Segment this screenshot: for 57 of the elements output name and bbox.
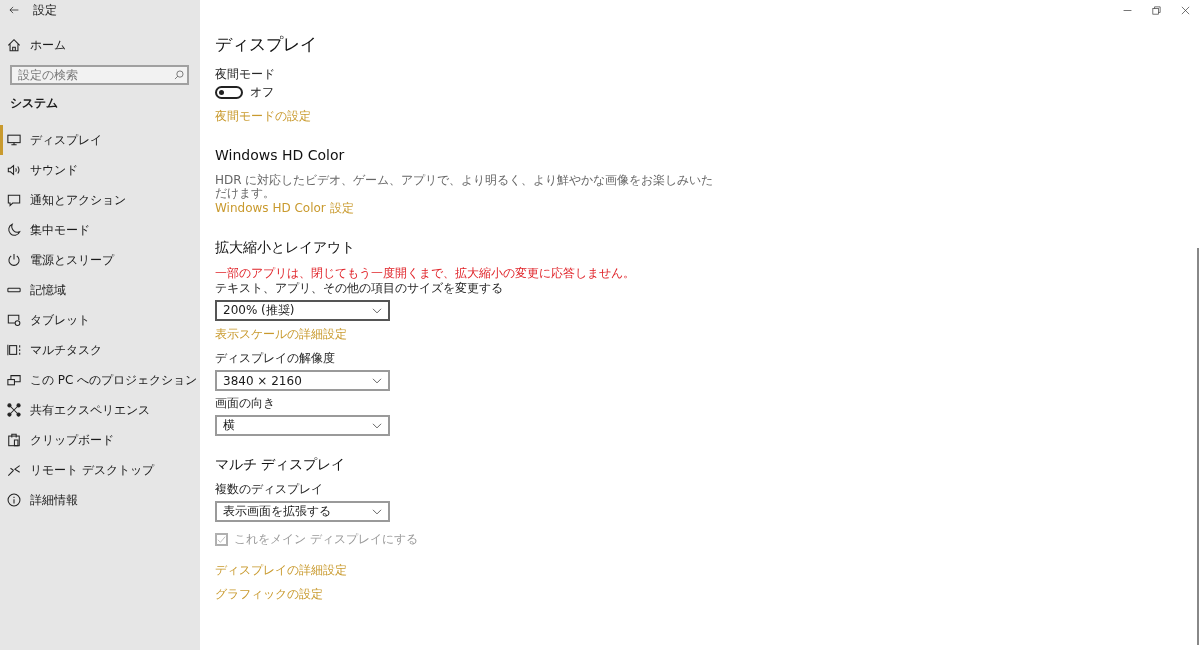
back-icon: [9, 5, 19, 15]
check-icon: [217, 535, 226, 544]
setting-label: ディスプレイの解像度: [215, 351, 335, 366]
chevron-icon: [372, 305, 382, 316]
description-text: HDR に対応したビデオ、ゲーム、アプリで、より明るく、より鮮やかな画像をお楽しみいただけます。: [215, 174, 715, 200]
sidebar-item[interactable]: この PC へのプロジェクション: [0, 365, 200, 395]
info-icon: [7, 493, 21, 507]
section-title: システム: [10, 96, 59, 111]
sidebar-item[interactable]: マルチタスク: [0, 335, 200, 365]
search-icon: [174, 70, 184, 80]
cross-dots-icon: [7, 403, 21, 417]
sidebar-item[interactable]: 通知とアクション: [0, 185, 200, 215]
dropdown[interactable]: 横: [215, 415, 390, 436]
setting-label: 複数のディスプレイ: [215, 482, 323, 497]
chevron-icon: [372, 506, 382, 517]
section-heading: マルチ ディスプレイ: [215, 455, 346, 474]
restore-icon: [1152, 5, 1161, 15]
window-bars-icon: [7, 343, 21, 357]
search-field[interactable]: 設定の検索: [10, 65, 189, 85]
sidebar-item[interactable]: 共有エクスペリエンス: [0, 395, 200, 425]
chevron-icon: [372, 420, 382, 431]
setting-label: 夜間モード: [215, 67, 275, 82]
dropdown[interactable]: 200% (推奨): [215, 300, 390, 321]
crossed-lines-icon: [7, 463, 21, 477]
sidebar-item[interactable]: サウンド: [0, 155, 200, 185]
clipboard-icon: [7, 433, 21, 447]
setting-label: 画面の向き: [215, 396, 275, 411]
screens-icon: [7, 373, 21, 387]
setting-label: テキスト、アプリ、その他の項目のサイズを変更する: [215, 281, 503, 296]
sidebar-item[interactable]: 電源とスリープ: [0, 245, 200, 275]
section-heading: 拡大縮小とレイアウト: [215, 238, 355, 257]
chevron-icon: [372, 375, 382, 386]
sidebar-item[interactable]: リモート デスクトップ: [0, 455, 200, 485]
monitor-icon: [7, 133, 21, 147]
close-icon: [1181, 5, 1190, 15]
warning-text: 一部のアプリは、閉じてもう一度開くまで、拡大縮小の変更に応答しません。: [215, 266, 635, 281]
checkbox-label: これをメイン ディスプレイにする: [234, 532, 418, 547]
power-icon: [7, 253, 21, 267]
house-icon: [7, 38, 21, 52]
dropdown[interactable]: 3840 × 2160: [215, 370, 390, 391]
sidebar-item[interactable]: 詳細情報: [0, 485, 200, 515]
tablet-icon: [7, 313, 21, 327]
sidebar-item[interactable]: 集中モード: [0, 215, 200, 245]
home-item[interactable]: ホーム: [0, 30, 200, 60]
section-heading: Windows HD Color: [215, 146, 345, 165]
toggle-state-label: オフ: [250, 85, 274, 100]
moon-icon: [7, 223, 21, 237]
sidebar-item[interactable]: 記憶域: [0, 275, 200, 305]
speaker-icon: [7, 163, 21, 177]
toggle-switch[interactable]: [215, 86, 243, 99]
scrollbar-thumb[interactable]: [1197, 248, 1199, 645]
sidebar-item[interactable]: タブレット: [0, 305, 200, 335]
dropdown[interactable]: 表示画面を拡張する: [215, 501, 390, 522]
sidebar-item[interactable]: クリップボード: [0, 425, 200, 455]
window-title: 設定: [33, 3, 57, 17]
page-title: ディスプレイ: [215, 33, 317, 56]
speech-bubble-icon: [7, 193, 21, 207]
